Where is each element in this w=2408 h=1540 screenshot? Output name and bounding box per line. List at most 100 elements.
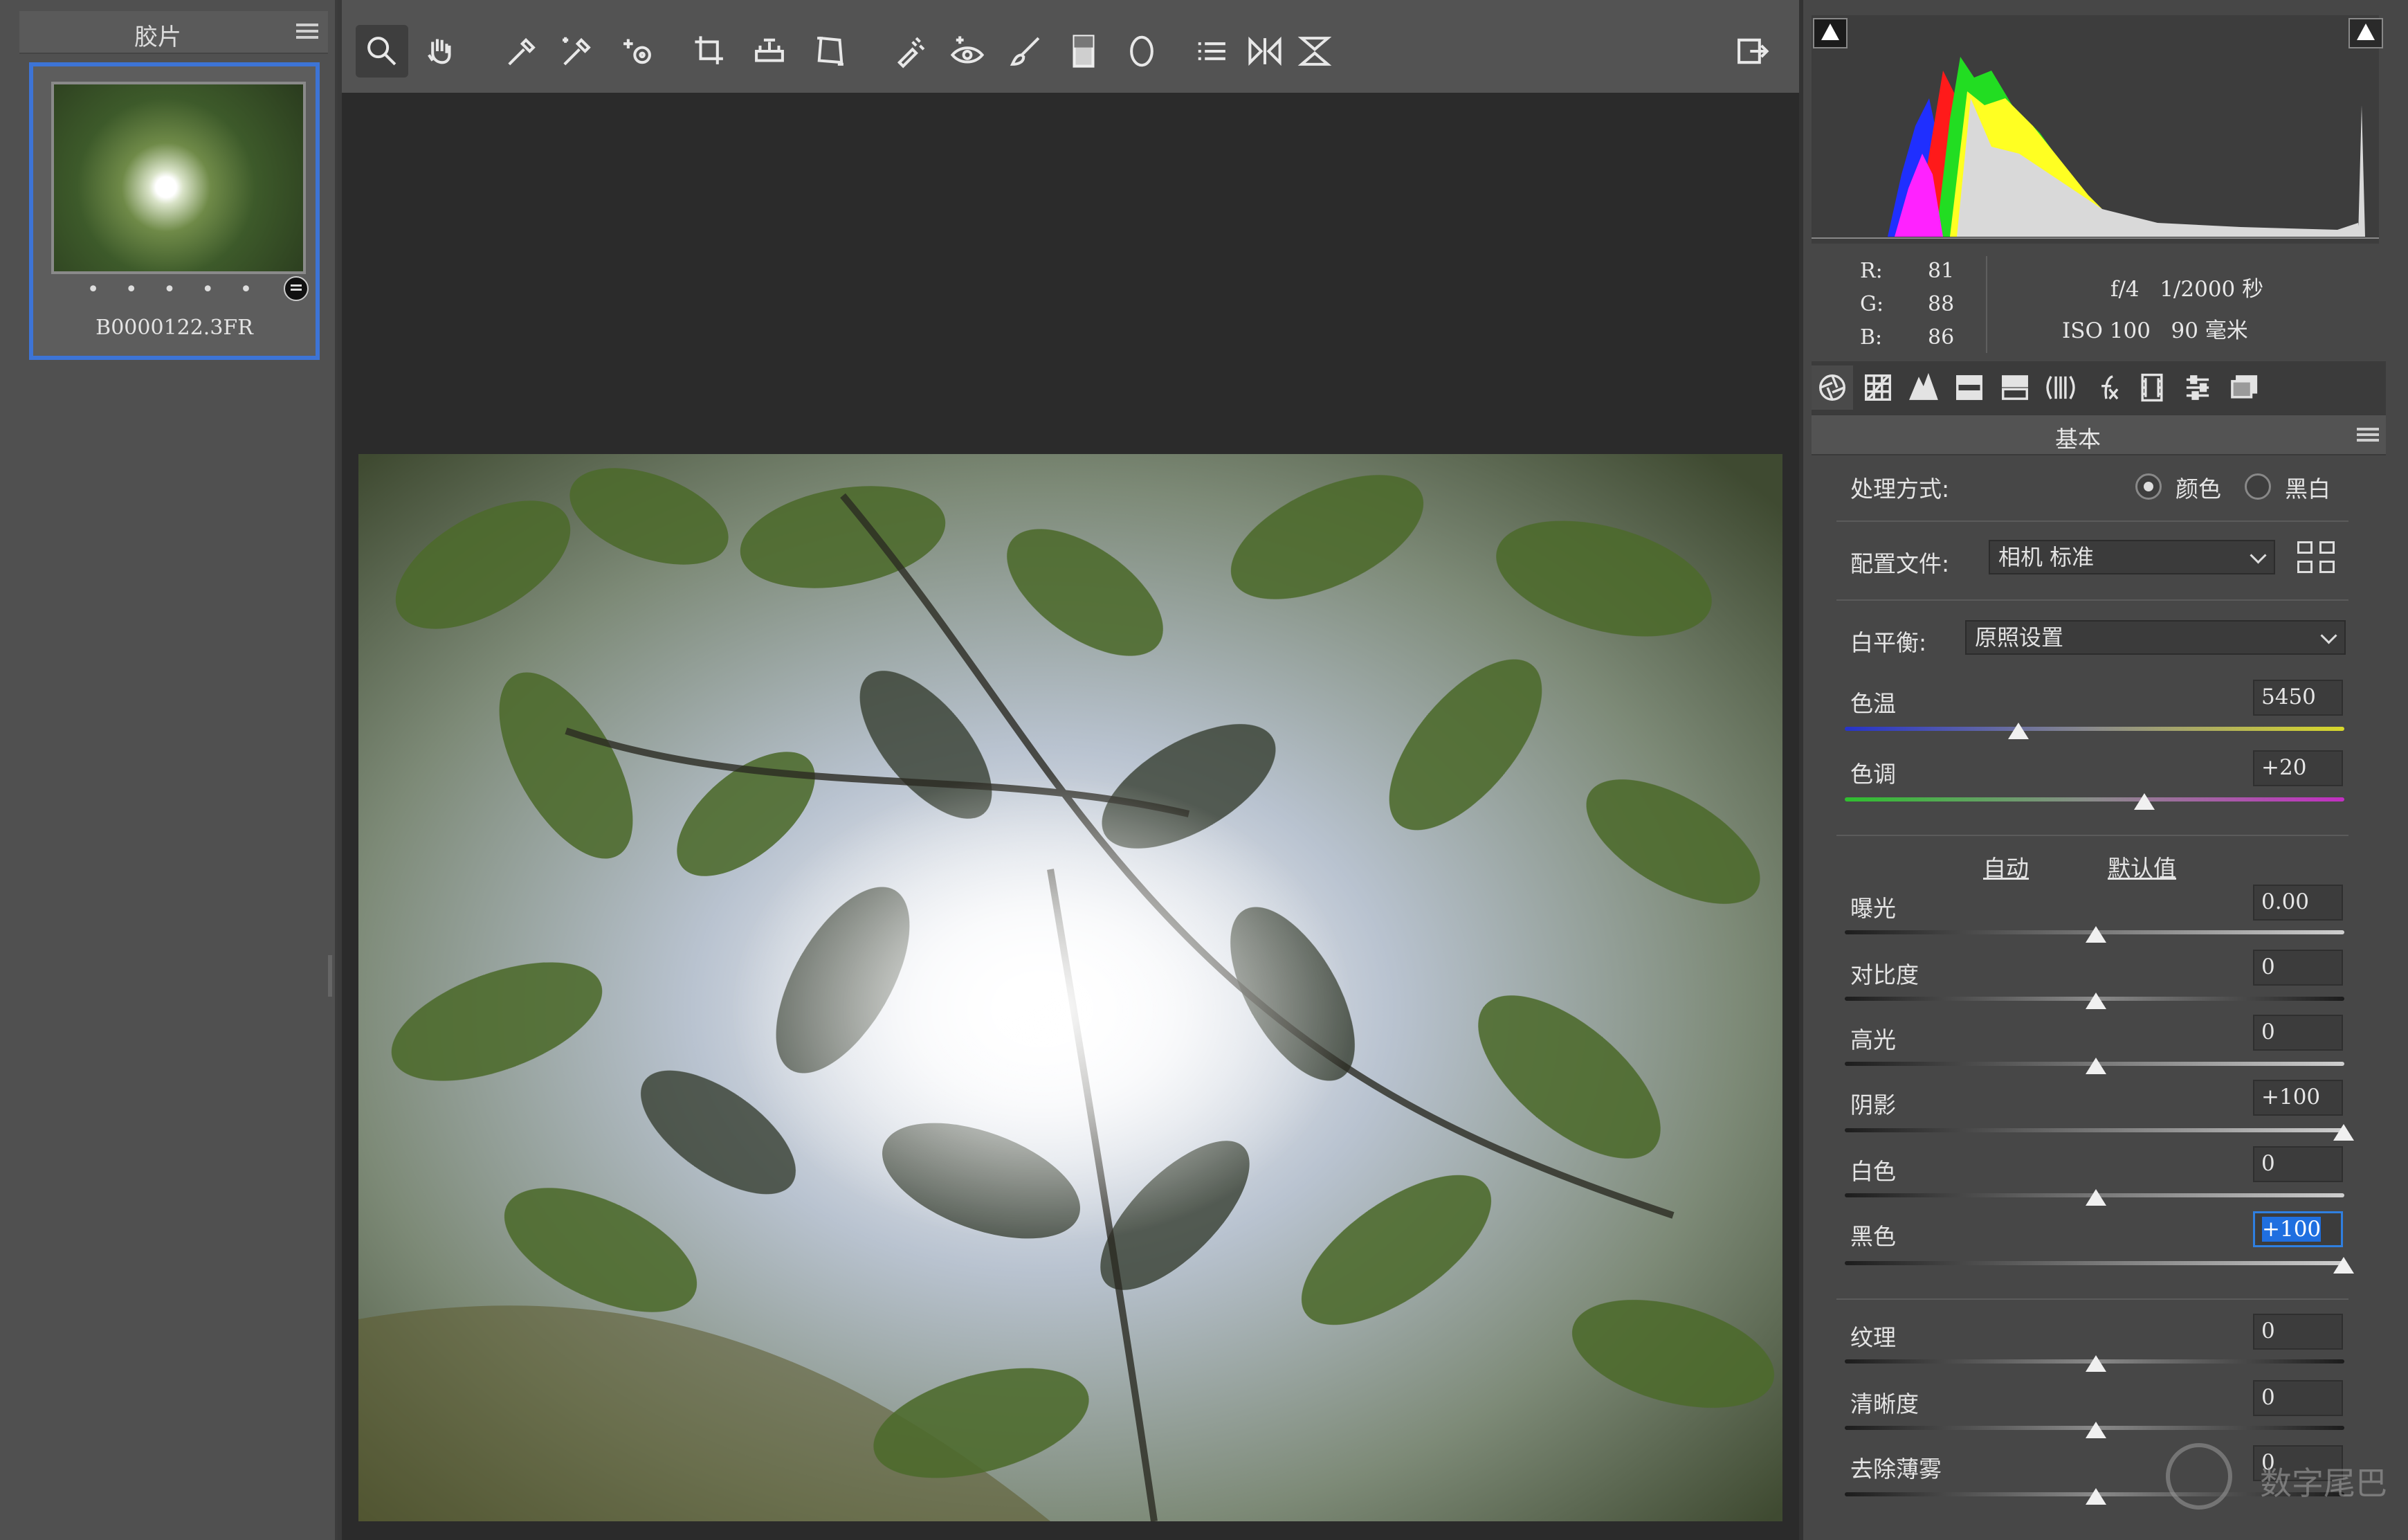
clarity-slider-thumb[interactable] [2086,1422,2106,1438]
texture-label: 纹理 [1850,1324,1896,1351]
section-header-basic: 基本 [1812,414,2386,455]
zoom-tool-icon[interactable] [356,25,408,78]
b-label: B: [1860,325,1883,350]
texture-value: 0 [2261,1319,2275,1343]
temp-value-field[interactable]: 5450 [2253,680,2343,716]
treatment-color-radio[interactable] [2135,473,2162,500]
shadows-value-field[interactable]: +100 [2253,1080,2343,1116]
exposure-slider-thumb[interactable] [2086,926,2106,943]
crop-tool-icon[interactable] [684,25,736,78]
shadow-clipping-warning[interactable] [1813,18,1848,48]
temp-value: 5450 [2261,685,2316,709]
tint-slider-track[interactable] [1845,797,2344,801]
tint-label: 色调 [1850,761,1896,788]
transform-tool-icon[interactable] [804,25,857,78]
color-sampler-tool-icon[interactable] [549,25,602,78]
divider [1836,1298,2348,1300]
filmstrip-header: 胶片 [19,11,328,54]
tint-value-field[interactable]: +20 [2253,750,2343,786]
adjustment-brush-icon[interactable] [999,25,1052,78]
profile-dropdown[interactable]: 相机 标准 [1989,540,2275,574]
dehaze-slider-thumb[interactable] [2086,1488,2106,1505]
photo-image [358,454,1782,1521]
treatment-bw-label[interactable]: 黑白 [2285,471,2331,504]
highlight-clipping-warning[interactable] [2348,18,2383,48]
tab-effects-icon[interactable] [2086,365,2127,410]
hand-tool-icon[interactable] [414,25,466,78]
contrast-value-field[interactable]: 0 [2253,950,2343,986]
rotate-left-icon[interactable] [1239,25,1291,78]
spot-removal-tool-icon[interactable] [884,25,937,78]
profile-browser-grid-icon[interactable] [2297,541,2337,576]
tab-split-toning-icon[interactable] [1994,365,2036,410]
blacks-slider-track[interactable] [1845,1261,2344,1265]
r-label: R: [1860,259,1883,283]
watermark-logo-icon [2166,1443,2232,1510]
divider [1836,835,2348,836]
white-balance-tool-icon[interactable] [494,25,547,78]
blacks-value-field[interactable]: +100 [2253,1211,2343,1247]
highlights-value-field[interactable]: 0 [2253,1015,2343,1051]
whites-label: 白色 [1850,1158,1896,1185]
radial-filter-icon[interactable] [1115,25,1168,78]
readout-divider [1986,256,1987,353]
white-balance-dropdown[interactable]: 原照设置 [1965,620,2346,655]
exposure-value-field[interactable]: 0.00 [2253,885,2343,921]
tab-snapshots-icon[interactable] [2223,365,2264,410]
blacks-value: +100 [2262,1217,2322,1242]
tint-slider-thumb[interactable] [2134,793,2155,810]
thumbnail-image[interactable] [51,82,306,274]
filmstrip-menu-icon[interactable] [296,24,318,42]
tab-presets-icon[interactable] [2177,365,2218,410]
tab-calibration-icon[interactable] [2131,365,2173,410]
default-button[interactable]: 默认值 [2108,850,2176,883]
shadows-slider-thumb[interactable] [2333,1124,2354,1141]
temp-label: 色温 [1850,690,1896,717]
red-eye-tool-icon[interactable] [941,25,994,78]
highlights-slider-thumb[interactable] [2086,1058,2106,1074]
whites-value-field[interactable]: 0 [2253,1146,2343,1182]
photo-preview[interactable] [358,454,1782,1521]
texture-slider-thumb[interactable] [2086,1355,2106,1372]
clarity-label: 清晰度 [1850,1390,1919,1417]
auto-button[interactable]: 自动 [1983,850,2029,883]
rating-dots[interactable]: • • • • • [33,278,316,302]
temp-slider-track[interactable] [1845,727,2344,731]
filmstrip-resize-handle[interactable] [328,955,332,997]
texture-value-field[interactable]: 0 [2253,1314,2343,1350]
rotate-right-icon[interactable] [1288,25,1341,78]
whites-slider-thumb[interactable] [2086,1189,2106,1206]
tint-value: +20 [2261,755,2307,780]
b-value: 86 [1928,325,1955,350]
graduated-filter-icon[interactable] [1057,25,1110,78]
treatment-bw-radio[interactable] [2245,473,2271,500]
fullscreen-icon[interactable] [1726,25,1778,78]
treatment-color-label[interactable]: 颜色 [2176,471,2221,504]
filmstrip-title: 胶片 [134,24,181,51]
section-menu-icon[interactable] [2357,428,2379,443]
shadows-slider-track[interactable] [1845,1128,2344,1132]
temp-slider-thumb[interactable] [2008,723,2029,739]
white-balance-label: 白平衡: [1850,629,1927,656]
watermark: 数字尾巴 [2159,1443,2394,1512]
tab-hsl-icon[interactable] [1949,365,1990,410]
filmstrip-thumbnail[interactable]: • • • • • B0000122.3FR [29,62,320,360]
tab-lens-corrections-icon[interactable] [2040,365,2081,410]
iso-focal-length: ISO 100 90 毫米 [2062,318,2248,343]
highlights-label: 高光 [1850,1026,1896,1053]
toolbar [342,0,1799,96]
tab-detail-icon[interactable] [1903,365,1944,410]
histogram [1812,15,2379,244]
rgb-readout: R: 81 G: 88 B: 86 f/4 1/2000 秒 ISO 100 9… [1812,246,2379,357]
blacks-slider-thumb[interactable] [2333,1257,2354,1274]
preferences-list-icon[interactable] [1186,25,1239,78]
contrast-value: 0 [2261,954,2275,979]
tab-basic-icon[interactable] [1812,365,1853,410]
straighten-tool-icon[interactable] [743,25,796,78]
tab-tone-curve-icon[interactable] [1857,365,1899,410]
contrast-slider-thumb[interactable] [2086,993,2106,1009]
targeted-adjustment-tool-icon[interactable] [610,25,663,78]
thumbnail-filename: B0000122.3FR [95,316,253,340]
clarity-value-field[interactable]: 0 [2253,1380,2343,1416]
r-value: 81 [1928,259,1955,283]
